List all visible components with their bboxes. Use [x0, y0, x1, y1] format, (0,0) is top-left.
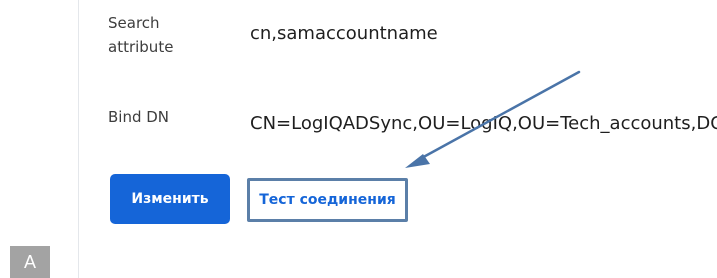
sidebar: A: [0, 0, 79, 278]
avatar-letter: A: [23, 252, 36, 272]
test-connection-button[interactable]: Тест соединения: [247, 178, 408, 222]
search-attribute-value: cn,samaccountname: [250, 23, 438, 44]
bind-dn-value: CN=LogIQADSync,OU=LogIQ,OU=Tech_accounts…: [250, 113, 717, 134]
avatar[interactable]: A: [10, 246, 50, 278]
edit-button[interactable]: Изменить: [110, 174, 230, 224]
search-attribute-label-line2: attribute: [108, 38, 174, 56]
search-attribute-label: Search attribute: [108, 11, 173, 59]
bind-dn-label: Bind DN: [108, 108, 170, 126]
search-attribute-label-line1: Search: [108, 14, 160, 32]
